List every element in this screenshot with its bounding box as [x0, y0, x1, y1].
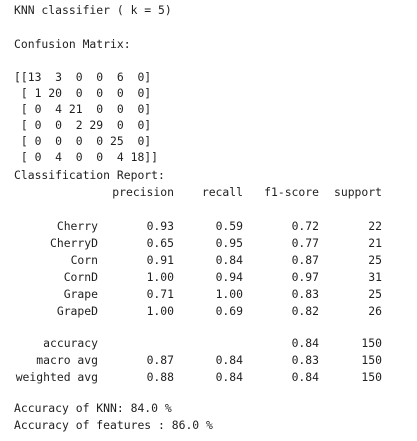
report-recall: 0.84: [215, 253, 243, 267]
report-header-precision: precision: [112, 185, 174, 199]
report-recall: 1.00: [215, 287, 243, 301]
report-summary-label: weighted avg: [15, 370, 98, 384]
report-header-f1-score: f1-score: [264, 185, 319, 199]
report-f1: 0.97: [291, 270, 319, 284]
confusion-row: [ 0 4 21 0 0 0]: [14, 102, 152, 116]
confusion-row: [ 0 4 0 0 4 18]]: [14, 150, 159, 164]
report-support: 26: [368, 304, 382, 318]
confusion-row: [ 0 0 2 29 0 0]: [14, 118, 152, 132]
report-recall: 0.95: [215, 236, 243, 250]
report-support: 150: [361, 353, 382, 367]
report-row-label: CornD: [63, 270, 98, 284]
report-precision: 1.00: [146, 270, 174, 284]
features-accuracy: Accuracy of features : 86.0 %: [14, 418, 213, 432]
report-precision: 0.93: [146, 219, 174, 233]
report-precision: 1.00: [146, 304, 174, 318]
report-f1: 0.87: [291, 253, 319, 267]
report-f1: 0.82: [291, 304, 319, 318]
knn-accuracy: Accuracy of KNN: 84.0 %: [14, 401, 172, 415]
report-recall: 0.59: [215, 219, 243, 233]
classification-report-heading: Classification Report:: [14, 168, 165, 182]
report-precision: 0.88: [146, 370, 174, 384]
report-precision: 0.71: [146, 287, 174, 301]
classifier-title: KNN classifier ( k = 5): [14, 3, 172, 17]
report-support: 25: [368, 287, 382, 301]
confusion-row: [ 0 0 0 0 25 0]: [14, 134, 152, 148]
report-f1: 0.72: [291, 219, 319, 233]
report-row-label: Corn: [70, 253, 98, 267]
report-support: 22: [368, 219, 382, 233]
console-output: KNN classifier ( k = 5) Confusion Matrix…: [0, 0, 417, 441]
report-header-support: support: [333, 185, 382, 199]
report-support: 25: [368, 253, 382, 267]
report-support: 150: [361, 336, 382, 350]
report-precision: 0.65: [146, 236, 174, 250]
confusion-matrix-heading: Confusion Matrix:: [14, 37, 131, 51]
report-f1: 0.84: [291, 336, 319, 350]
report-header-recall: recall: [201, 185, 243, 199]
report-summary-label: accuracy: [43, 336, 98, 350]
report-summary-label: macro avg: [36, 353, 98, 367]
report-row-label: GrapeD: [56, 304, 98, 318]
confusion-row: [ 1 20 0 0 0 0]: [14, 86, 152, 100]
report-recall: 0.94: [215, 270, 243, 284]
report-recall: 0.84: [215, 353, 243, 367]
report-row-label: CherryD: [49, 236, 98, 250]
report-row-label: Cherry: [56, 219, 98, 233]
report-f1: 0.77: [291, 236, 319, 250]
report-support: 31: [368, 270, 382, 284]
report-f1: 0.84: [291, 370, 319, 384]
report-row-label: Grape: [63, 287, 98, 301]
report-precision: 0.87: [146, 353, 174, 367]
report-precision: 0.91: [146, 253, 174, 267]
report-recall: 0.69: [215, 304, 243, 318]
report-f1: 0.83: [291, 353, 319, 367]
report-support: 150: [361, 370, 382, 384]
report-support: 21: [368, 236, 382, 250]
report-f1: 0.83: [291, 287, 319, 301]
report-recall: 0.84: [215, 370, 243, 384]
confusion-row: [[13 3 0 0 6 0]: [14, 70, 152, 84]
